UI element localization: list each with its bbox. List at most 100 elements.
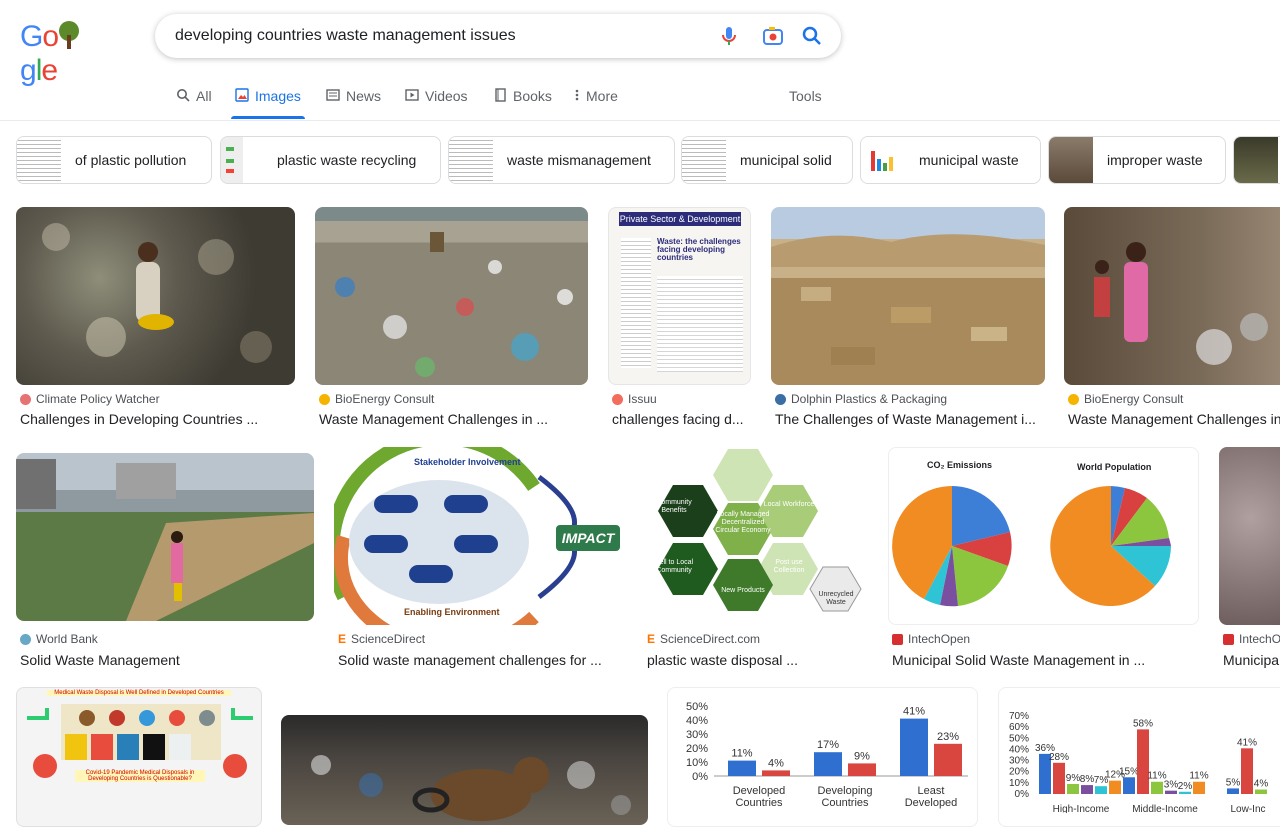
result-card[interactable]: IntechO Municipa: [1219, 447, 1280, 673]
result-source[interactable]: E ScienceDirect: [338, 632, 425, 646]
impact-label: IMPACT: [556, 525, 620, 551]
y-tick-label: 50%: [686, 701, 708, 713]
chip-of-plastic-pollution[interactable]: of plastic pollution: [16, 136, 212, 184]
chip-overflow[interactable]: [1233, 136, 1280, 184]
data-label: 11%: [731, 748, 752, 760]
favicon-icon: [1068, 393, 1079, 405]
y-tick-label: 20%: [1009, 767, 1029, 778]
tools-button[interactable]: Tools: [789, 88, 822, 118]
hex-label: Community Benefits: [656, 499, 692, 514]
search-box[interactable]: developing countries waste management is…: [155, 14, 841, 58]
chip-thumbnail: [221, 137, 265, 183]
tab-news[interactable]: News: [326, 88, 381, 118]
chip-waste-mismanagement[interactable]: waste mismanagement: [448, 136, 675, 184]
y-tick-label: 30%: [686, 729, 708, 741]
chip-label: waste mismanagement: [507, 152, 651, 168]
bar: [1241, 748, 1253, 794]
search-input[interactable]: developing countries waste management is…: [175, 27, 516, 45]
data-label: 9%: [1066, 773, 1081, 784]
result-card[interactable]: Locally Managed Decentralized Circular E…: [643, 447, 869, 673]
tab-label: All: [196, 88, 212, 104]
chip-label: municipal waste: [919, 152, 1019, 168]
result-card[interactable]: Dolphin Plastics & Packaging The Challen…: [771, 207, 1045, 432]
tab-all[interactable]: All: [176, 88, 212, 118]
microphone-icon[interactable]: [717, 24, 741, 48]
tab-label: News: [346, 88, 382, 104]
data-label: 28%: [1049, 752, 1069, 763]
y-tick-label: 0%: [692, 771, 708, 783]
google-logo[interactable]: Gogle: [20, 16, 112, 87]
result-card[interactable]: 50% 40% 30% 20% 10% 0% 11% 4% Developed Countries…: [667, 687, 978, 827]
diagram-label: Enabling Environment: [404, 607, 500, 617]
result-title[interactable]: Solid waste management challenges for ..…: [338, 652, 623, 668]
result-image[interactable]: [1064, 207, 1280, 385]
chip-municipal-waste[interactable]: municipal waste: [860, 136, 1041, 184]
result-image[interactable]: Medical Waste Disposal is Well Defined i…: [16, 687, 262, 827]
result-image[interactable]: 50% 40% 30% 20% 10% 0% 11% 4% Developed Countries…: [667, 687, 978, 827]
source-name: BioEnergy Consult: [335, 392, 435, 406]
camera-lens-icon[interactable]: [761, 24, 785, 48]
result-title[interactable]: Waste Management Challenges in: [1068, 411, 1280, 427]
result-title[interactable]: challenges facing d...: [612, 411, 751, 427]
result-card[interactable]: World Bank Solid Waste Management: [16, 453, 314, 673]
result-title[interactable]: plastic waste disposal ...: [647, 652, 869, 668]
result-source[interactable]: Dolphin Plastics & Packaging: [775, 392, 947, 406]
result-title[interactable]: Waste Management Challenges in ...: [319, 411, 588, 427]
result-image[interactable]: [771, 207, 1045, 385]
result-card[interactable]: BioEnergy Consult Waste Management Chall…: [1064, 207, 1280, 432]
tab-books[interactable]: Books: [493, 88, 552, 118]
result-source[interactable]: E ScienceDirect.com: [647, 632, 760, 646]
tab-label: Books: [513, 88, 552, 104]
result-image[interactable]: [281, 715, 648, 825]
result-card[interactable]: [281, 715, 648, 825]
elsevier-icon: E: [338, 632, 347, 646]
bar: [762, 770, 790, 776]
result-image[interactable]: [16, 453, 314, 621]
active-tab-indicator: [231, 116, 305, 119]
chip-label: municipal solid: [740, 152, 832, 168]
result-card[interactable]: CO₂ Emissions World Population IntechOpe…: [888, 447, 1199, 673]
tab-videos[interactable]: Videos: [405, 88, 468, 118]
y-tick-label: 10%: [1009, 778, 1029, 789]
result-card[interactable]: Medical Waste Disposal is Well Defined i…: [16, 687, 262, 827]
tab-images[interactable]: Images: [231, 88, 305, 119]
result-image[interactable]: Private Sector & Development Waste: the …: [608, 207, 751, 385]
result-card[interactable]: Private Sector & Development Waste: the …: [608, 207, 751, 432]
chip-plastic-waste-recycling[interactable]: plastic waste recycling: [220, 136, 441, 184]
result-card[interactable]: BioEnergy Consult Waste Management Chall…: [315, 207, 588, 432]
result-card[interactable]: Climate Policy Watcher Challenges in Dev…: [16, 207, 295, 432]
result-title[interactable]: Municipal Solid Waste Management in ...: [892, 652, 1199, 668]
result-source[interactable]: World Bank: [20, 632, 98, 646]
result-source[interactable]: Climate Policy Watcher: [20, 392, 160, 406]
source-name: IntechOpen: [908, 632, 971, 646]
search-icon[interactable]: [800, 24, 824, 48]
bar: [728, 760, 756, 776]
hex-label: Sell to Local Community: [654, 559, 694, 574]
result-title[interactable]: Challenges in Developing Countries ...: [20, 411, 295, 427]
result-card[interactable]: 70% 60% 50% 40% 30% 20% 10% 0% 36% 28% 9% 8% 7% 12% Hi…: [998, 687, 1280, 827]
result-source[interactable]: BioEnergy Consult: [1068, 392, 1183, 406]
data-label: 4%: [768, 757, 784, 769]
result-image[interactable]: [315, 207, 588, 385]
result-image[interactable]: [1219, 447, 1280, 625]
data-label: 2%: [1178, 781, 1193, 792]
category-label: Countries: [735, 797, 783, 809]
result-source[interactable]: Issuu: [612, 392, 657, 406]
hex-label: Local Workforce: [763, 501, 815, 508]
result-image[interactable]: 70% 60% 50% 40% 30% 20% 10% 0% 36% 28% 9% 8% 7% 12% Hi…: [998, 687, 1280, 827]
chip-improper-waste[interactable]: improper waste: [1048, 136, 1226, 184]
y-tick-label: 40%: [686, 715, 708, 727]
result-title[interactable]: The Challenges of Waste Management i...: [775, 411, 1041, 427]
tab-more[interactable]: More: [574, 88, 618, 118]
result-title[interactable]: Municipa: [1223, 652, 1280, 668]
result-source[interactable]: IntechOpen: [892, 632, 970, 646]
result-image[interactable]: [16, 207, 295, 385]
result-card[interactable]: Stakeholder Involvement Enabling Environ…: [334, 447, 623, 673]
result-image[interactable]: Stakeholder Involvement Enabling Environ…: [334, 447, 623, 625]
result-title[interactable]: Solid Waste Management: [20, 652, 314, 668]
result-source[interactable]: IntechO: [1223, 632, 1280, 646]
result-image[interactable]: Locally Managed Decentralized Circular E…: [643, 447, 869, 625]
chip-municipal-solid[interactable]: municipal solid: [681, 136, 853, 184]
result-source[interactable]: BioEnergy Consult: [319, 392, 434, 406]
result-image[interactable]: CO₂ Emissions World Population: [888, 447, 1199, 625]
